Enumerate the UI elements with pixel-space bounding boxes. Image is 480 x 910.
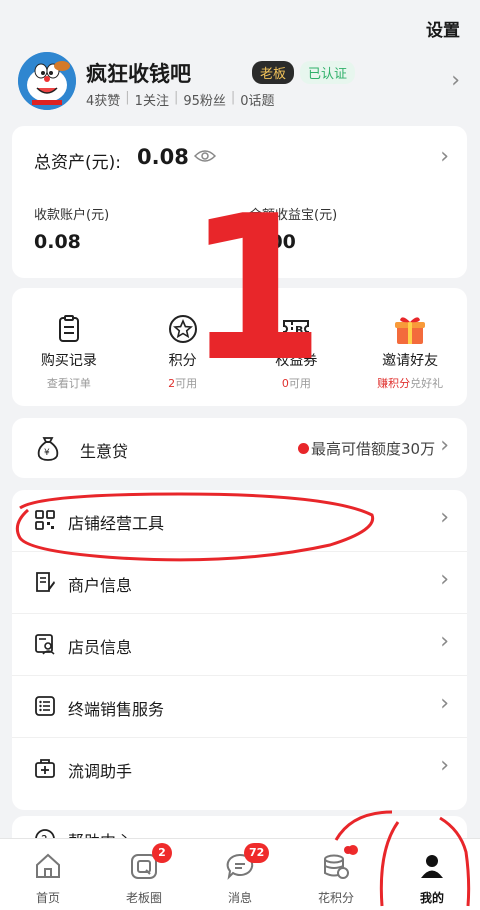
settings-button[interactable]: 设置 xyxy=(426,16,460,41)
tab-messages[interactable]: 72 消息 xyxy=(192,839,288,910)
assets-card[interactable]: 总资产(元): 0.08 › 收款账户(元) 0.08 余额收益宝(元) 0.0… xyxy=(12,126,467,278)
coupons-button[interactable]: B 权益券 0可用 xyxy=(240,288,354,406)
yuebao-label: 余额收益宝(元) xyxy=(249,208,338,223)
purchase-records-label: 购买记录 xyxy=(40,353,97,369)
invite-friends-button[interactable]: 邀请好友 赚积分兑好礼 xyxy=(353,288,467,406)
menu-item-label: 商户信息 xyxy=(68,576,133,595)
tab-label: 消息 xyxy=(227,891,252,905)
profile-stats: 4获赞 | 1关注 | 95粉丝 | 0话题 xyxy=(86,90,275,109)
tab-boss-circle[interactable]: 2 老板圈 xyxy=(96,839,192,910)
yuebao-value: 0.00 xyxy=(249,231,296,253)
svg-text:B: B xyxy=(295,324,303,337)
coins-icon xyxy=(321,851,351,885)
purchase-records-sub: 查看订单 xyxy=(46,377,91,390)
menu-list: 店铺经营工具 › 商户信息 › 店员信息 › 终端销售服务 › 流调助手 › xyxy=(12,490,467,810)
doraemon-avatar-image xyxy=(18,52,76,110)
chevron-right-icon: › xyxy=(451,68,460,93)
star-icon xyxy=(168,314,198,344)
quick-actions-card: 购买记录 查看订单 积分 2可用 B 权益券 0可用 邀请好友 赚积分兑好礼 xyxy=(12,288,467,406)
gift-icon xyxy=(395,314,426,344)
red-dot-indicator xyxy=(348,845,358,855)
boss-badge: 老板 xyxy=(252,61,295,84)
red-dot-indicator xyxy=(298,443,309,454)
menu-item-store-tools[interactable]: 店铺经营工具 › xyxy=(12,490,467,552)
chevron-right-icon: › xyxy=(440,433,449,458)
chevron-right-icon: › xyxy=(440,144,449,169)
chevron-right-icon: › xyxy=(440,753,449,778)
notification-badge: 2 xyxy=(152,843,172,863)
top-bar: 设置 xyxy=(0,0,480,50)
profile-header[interactable]: 疯狂收钱吧 老板 已认证 4获赞 | 1关注 | 95粉丝 | 0话题 › xyxy=(0,50,480,122)
medical-kit-icon xyxy=(34,757,56,783)
menu-item-label: 终端销售服务 xyxy=(68,700,165,719)
menu-item-staff-info[interactable]: 店员信息 › xyxy=(12,614,467,676)
tab-label: 我的 xyxy=(419,891,444,905)
menu-item-label: 店铺经营工具 xyxy=(68,514,165,533)
receipt-account-label: 收款账户(元) xyxy=(34,208,110,223)
likes-count[interactable]: 4获赞 xyxy=(86,90,120,109)
tab-label: 花积分 xyxy=(317,891,354,905)
chevron-right-icon: › xyxy=(440,567,449,592)
total-assets-value: 0.08 xyxy=(137,145,189,169)
tab-label: 首页 xyxy=(35,891,60,905)
yuebao-account[interactable]: 余额收益宝(元) 0.00 xyxy=(249,204,337,253)
business-loan-row[interactable]: ¥ 生意贷 最高可借额度30万 › xyxy=(12,418,467,478)
tab-label: 老板圈 xyxy=(125,891,162,905)
grid-icon xyxy=(34,509,56,535)
tab-home[interactable]: 首页 xyxy=(0,839,96,910)
menu-item-tracing-assistant[interactable]: 流调助手 › xyxy=(12,738,467,800)
coupon-icon: B xyxy=(281,314,311,344)
receipt-icon xyxy=(54,314,84,344)
followers-count[interactable]: 95粉丝 xyxy=(183,90,226,109)
receipt-account-value: 0.08 xyxy=(34,231,81,253)
tab-mine[interactable]: 我的 xyxy=(384,839,480,910)
eye-icon[interactable] xyxy=(193,148,217,167)
menu-item-terminal-sales[interactable]: 终端销售服务 › xyxy=(12,676,467,738)
invite-friends-label: 邀请好友 xyxy=(382,353,439,369)
menu-item-label: 流调助手 xyxy=(68,762,133,781)
following-count[interactable]: 1关注 xyxy=(135,90,169,109)
bottom-tab-bar: 首页 2 老板圈 72 消息 花积分 我的 xyxy=(0,838,480,910)
menu-item-merchant-info[interactable]: 商户信息 › xyxy=(12,552,467,614)
notification-badge: 72 xyxy=(244,843,270,863)
points-sub: 2可用 xyxy=(168,377,198,390)
invite-friends-sub: 赚积分兑好礼 xyxy=(377,377,444,390)
svg-text:¥: ¥ xyxy=(44,448,50,458)
menu-item-label: 店员信息 xyxy=(68,638,133,657)
tab-spend-points[interactable]: 花积分 xyxy=(288,839,384,910)
business-loan-label: 生意贷 xyxy=(80,442,129,461)
points-button[interactable]: 积分 2可用 xyxy=(126,288,240,406)
document-icon xyxy=(34,571,56,597)
chevron-right-icon: › xyxy=(440,505,449,530)
loan-limit-text: 最高可借额度30万 xyxy=(311,440,436,458)
verified-badge: 已认证 xyxy=(300,61,356,84)
user-icon xyxy=(417,851,447,885)
staff-card-icon xyxy=(34,633,56,659)
avatar[interactable] xyxy=(18,52,76,110)
purchase-records-button[interactable]: 购买记录 查看订单 xyxy=(12,288,126,406)
coupons-sub: 0可用 xyxy=(281,377,311,390)
topics-count[interactable]: 0话题 xyxy=(240,90,274,109)
chevron-right-icon: › xyxy=(440,691,449,716)
total-assets-label: 总资产(元): xyxy=(34,153,121,173)
chevron-right-icon: › xyxy=(440,629,449,654)
money-bag-icon: ¥ xyxy=(34,434,62,466)
nickname: 疯狂收钱吧 xyxy=(86,62,191,86)
receipt-account[interactable]: 收款账户(元) 0.08 xyxy=(34,204,109,253)
points-label: 积分 xyxy=(168,353,197,369)
home-icon xyxy=(33,851,63,885)
list-icon xyxy=(34,695,56,721)
coupons-label: 权益券 xyxy=(275,353,318,369)
